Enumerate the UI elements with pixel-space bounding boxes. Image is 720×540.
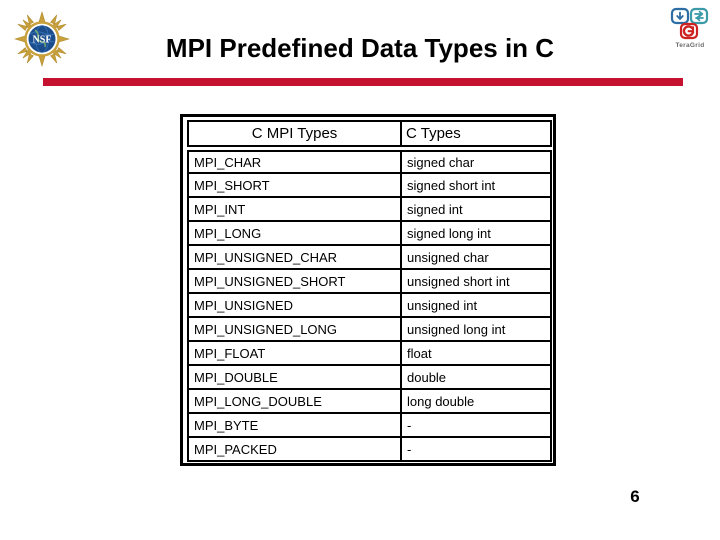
teragrid-tile-top-right-icon — [689, 7, 709, 25]
table-row: MPI_UNSIGNED unsigned int — [187, 294, 552, 318]
teragrid-wordmark: TeraGrid — [675, 42, 704, 49]
teragrid-tile-bottom-icon — [679, 22, 699, 40]
cell-c-type: unsigned char — [400, 246, 552, 270]
cell-mpi-type: MPI_INT — [187, 198, 400, 222]
cell-c-type: signed char — [400, 150, 552, 174]
slide: NSF TeraGrid MPI Predefined Data Types i… — [0, 0, 720, 540]
cell-mpi-type: MPI_CHAR — [187, 150, 400, 174]
cell-c-type: long double — [400, 390, 552, 414]
table-row: MPI_PACKED - — [187, 438, 552, 462]
nsf-logo: NSF — [14, 11, 70, 67]
cell-mpi-type: MPI_SHORT — [187, 174, 400, 198]
table-body: MPI_CHAR signed char MPI_SHORT signed sh… — [187, 147, 552, 462]
table-row: MPI_INT signed int — [187, 198, 552, 222]
cell-mpi-type: MPI_UNSIGNED_SHORT — [187, 270, 400, 294]
table-row: MPI_UNSIGNED_LONG unsigned long int — [187, 318, 552, 342]
cell-mpi-type: MPI_FLOAT — [187, 342, 400, 366]
teragrid-logo: TeraGrid — [666, 6, 714, 52]
cell-mpi-type: MPI_UNSIGNED_LONG — [187, 318, 400, 342]
table-row: MPI_SHORT signed short int — [187, 174, 552, 198]
cell-c-type: unsigned int — [400, 294, 552, 318]
table-row: MPI_UNSIGNED_CHAR unsigned char — [187, 246, 552, 270]
column-header-c-types: C Types — [400, 120, 552, 147]
table-row: MPI_FLOAT float — [187, 342, 552, 366]
table-row: MPI_UNSIGNED_SHORT unsigned short int — [187, 270, 552, 294]
cell-c-type: signed short int — [400, 174, 552, 198]
cell-mpi-type: MPI_LONG_DOUBLE — [187, 390, 400, 414]
page-number: 6 — [630, 487, 640, 506]
table-row: MPI_LONG signed long int — [187, 222, 552, 246]
table-row: MPI_CHAR signed char — [187, 150, 552, 174]
cell-mpi-type: MPI_UNSIGNED_CHAR — [187, 246, 400, 270]
cell-c-type: unsigned short int — [400, 270, 552, 294]
cell-mpi-type: MPI_BYTE — [187, 414, 400, 438]
cell-c-type: - — [400, 414, 552, 438]
data-types-table-inner: C MPI Types C Types MPI_CHAR signed char — [187, 120, 552, 462]
table-row: MPI_BYTE - — [187, 414, 552, 438]
title-divider — [43, 78, 683, 86]
cell-c-type: signed int — [400, 198, 552, 222]
cell-mpi-type: MPI_LONG — [187, 222, 400, 246]
cell-mpi-type: MPI_UNSIGNED — [187, 294, 400, 318]
table-row: MPI_LONG_DOUBLE long double — [187, 390, 552, 414]
data-types-table-frame: C MPI Types C Types MPI_CHAR signed char — [180, 114, 556, 466]
mpi-data-types-table: C MPI Types C Types MPI_CHAR signed char — [187, 120, 552, 462]
cell-mpi-type: MPI_PACKED — [187, 438, 400, 462]
teragrid-tile-top-left-icon — [670, 7, 690, 25]
page-title: MPI Predefined Data Types in C — [165, 33, 555, 63]
cell-c-type: float — [400, 342, 552, 366]
column-header-mpi-types: C MPI Types — [187, 120, 400, 147]
nsf-wordmark: NSF — [33, 35, 52, 46]
table-header-row: C MPI Types C Types — [187, 120, 552, 147]
table-header: C MPI Types C Types — [187, 120, 552, 147]
table-row: MPI_DOUBLE double — [187, 366, 552, 390]
cell-c-type: double — [400, 366, 552, 390]
cell-c-type: signed long int — [400, 222, 552, 246]
cell-c-type: unsigned long int — [400, 318, 552, 342]
cell-c-type: - — [400, 438, 552, 462]
cell-mpi-type: MPI_DOUBLE — [187, 366, 400, 390]
